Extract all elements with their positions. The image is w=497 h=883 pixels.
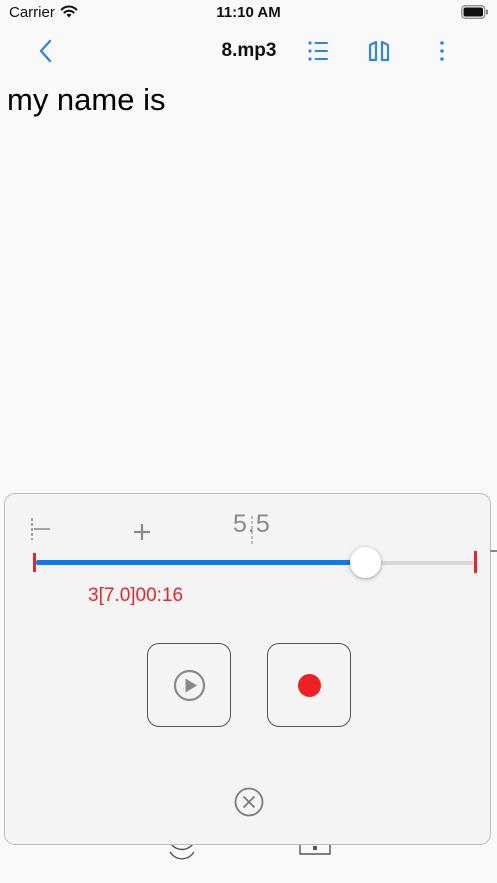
nav-title: 8.mp3 xyxy=(221,40,277,61)
trim-start-marker[interactable] xyxy=(33,553,36,572)
slider-thumb[interactable] xyxy=(350,547,381,578)
plus-icon[interactable] xyxy=(130,520,154,544)
transcript-text[interactable]: my name is xyxy=(7,82,165,118)
status-time: 11:10 AM xyxy=(216,4,281,21)
more-vertical-icon[interactable] xyxy=(432,38,452,64)
app-screen: Carrier 11:10 AM 8.mp3 my name is 5.5 3[… xyxy=(0,0,497,883)
navigation-bar: 8.mp3 xyxy=(0,26,497,76)
play-icon xyxy=(173,669,206,702)
trim-start-icon[interactable] xyxy=(29,516,53,542)
close-icon[interactable] xyxy=(233,786,265,818)
list-icon[interactable] xyxy=(306,38,332,64)
play-button[interactable] xyxy=(147,643,231,727)
speed-marker xyxy=(251,516,253,544)
columns-icon[interactable] xyxy=(366,38,392,64)
slider-edge-tick xyxy=(490,550,497,552)
trim-end-marker[interactable] xyxy=(474,551,477,573)
record-icon xyxy=(298,674,321,697)
battery-icon xyxy=(461,5,488,19)
record-button[interactable] xyxy=(267,643,351,727)
slider-progress xyxy=(36,560,365,565)
status-bar: Carrier 11:10 AM xyxy=(0,0,497,26)
position-readout: 3[7.0]00:16 xyxy=(88,585,184,606)
recorder-panel: 5.5 3[7.0]00:16 xyxy=(4,493,491,845)
playback-slider[interactable] xyxy=(33,547,481,578)
back-chevron-icon[interactable] xyxy=(36,38,56,64)
